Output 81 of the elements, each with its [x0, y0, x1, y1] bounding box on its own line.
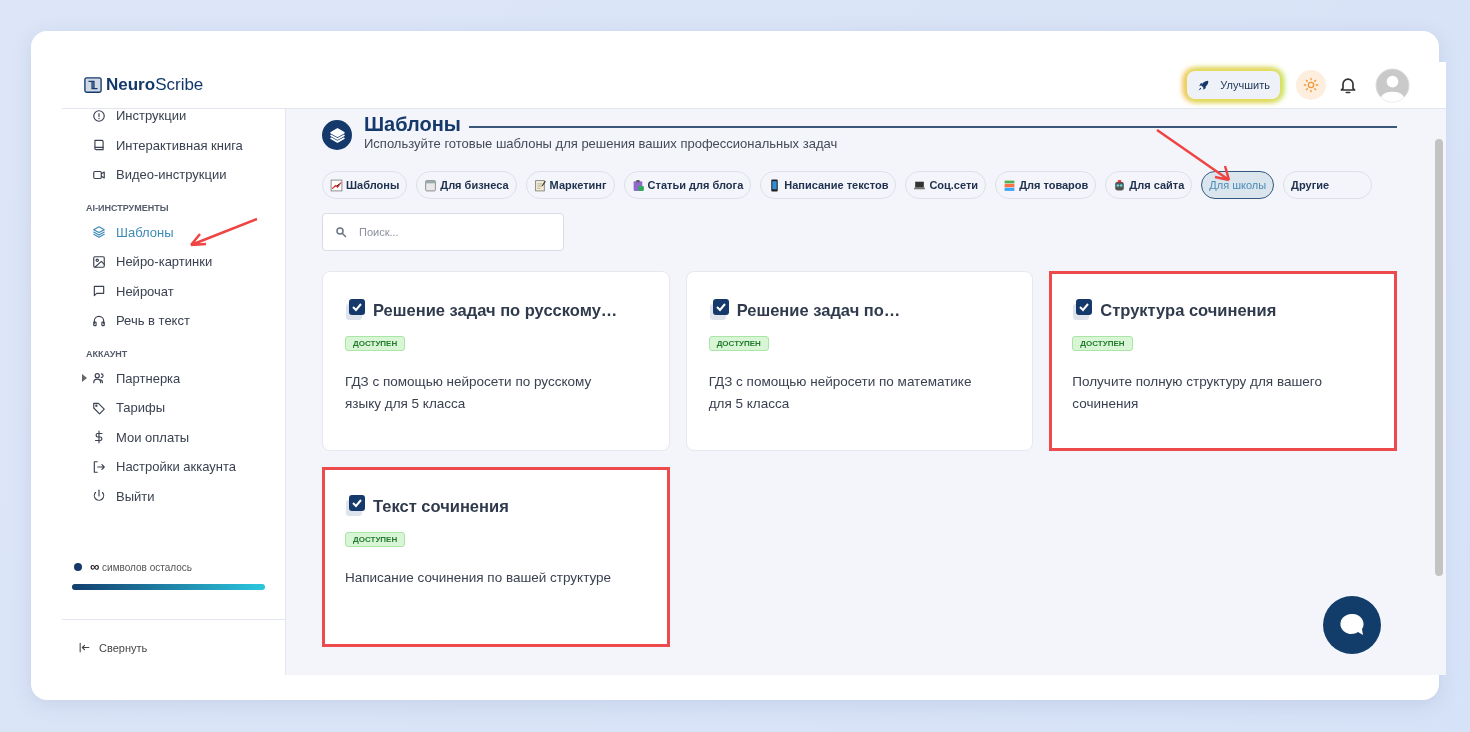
card-title: Решение задач по…: [736, 300, 901, 320]
chart-icon: [330, 178, 343, 192]
users-icon: [92, 371, 106, 386]
category-chip[interactable]: Написание текстов: [760, 171, 897, 199]
layers-icon: [328, 126, 346, 144]
status-badge: ДОСТУПЕН: [345, 532, 406, 547]
category-chip[interactable]: Маркетинг: [525, 171, 615, 199]
tag-icon: [92, 400, 106, 415]
book-icon: [92, 138, 106, 153]
category-chip[interactable]: Другие: [1283, 171, 1372, 199]
category-chip[interactable]: Соц.сети: [905, 171, 987, 199]
avatar[interactable]: [1375, 67, 1410, 103]
sun-icon: [1303, 77, 1319, 93]
logo-text: NeuroScribe: [106, 75, 204, 95]
theme-toggle[interactable]: [1296, 70, 1326, 100]
sidebar-item[interactable]: Настройки аккаунта: [62, 452, 285, 482]
category-chip[interactable]: Для товаров: [995, 171, 1097, 199]
category-chip[interactable]: Шаблоны: [322, 171, 408, 199]
info-icon: [92, 109, 106, 123]
search-icon: [335, 226, 347, 238]
card-description: Получите полную структуру для вашего сочинения: [1072, 373, 1323, 413]
card-description: ГДЗ с помощью нейросети по математике для 5 класса: [708, 373, 973, 413]
calendar-icon: [424, 178, 438, 192]
sidebar-item[interactable]: Шаблоны: [62, 217, 285, 247]
page-title: Шаблоны: [364, 113, 461, 136]
checkbox-icon: [708, 298, 731, 322]
template-card[interactable]: Решение задач по… ДОСТУПЕН ГДЗ с помощью нейросети по математике для 5 класса: [685, 271, 1034, 451]
layers-icon: [92, 225, 106, 240]
sidebar-item[interactable]: Видео-инструкции: [62, 160, 285, 190]
template-card[interactable]: Текст сочинения ДОСТУПЕН Написание сочинения по вашей структуре: [322, 467, 670, 647]
image-icon: [92, 254, 106, 269]
card-title: Структура сочинения: [1100, 300, 1277, 320]
card-title: Текст сочинения: [373, 496, 509, 516]
rocket-icon: [1197, 78, 1211, 92]
page-subtitle: Используйте готовые шаблоны для решения ваших профессиональных задач: [364, 136, 839, 151]
template-card[interactable]: Решение задач по русскому… ДОСТУПЕН ГДЗ с помощью нейросети по русскому языку для 5 класса: [322, 271, 670, 451]
search-field[interactable]: Поиск...: [322, 213, 564, 251]
sidebar-item[interactable]: Выйти: [62, 481, 285, 511]
status-badge: ДОСТУПЕН: [1072, 336, 1133, 351]
sidebar-item[interactable]: Интерактивная книга: [62, 130, 285, 160]
category-chip[interactable]: Статьи для блога: [623, 171, 752, 199]
sidebar-item[interactable]: Тарифы: [62, 393, 285, 423]
card-description: Написание сочинения по вашей структуре: [345, 569, 613, 587]
section-label: АККАУНТ: [85, 347, 129, 361]
books-icon: [1003, 178, 1017, 192]
power-icon: [92, 489, 106, 504]
chat-icon: [92, 284, 106, 299]
sidebar-item[interactable]: Инструкции: [62, 109, 285, 131]
sidebar-item[interactable]: Партнерка: [62, 363, 285, 393]
collapse-button[interactable]: Свернуть: [78, 641, 148, 654]
caret-icon: [82, 374, 88, 383]
headphones-icon: [92, 313, 106, 328]
checkbox-icon: [1072, 298, 1095, 322]
category-chip[interactable]: Для бизнеса: [416, 171, 517, 199]
bell-icon: [1338, 75, 1358, 95]
template-card[interactable]: Структура сочинения ДОСТУПЕН Получите полную структуру для вашего сочинения: [1049, 271, 1397, 451]
sidebar-item[interactable]: Речь в текст: [62, 306, 285, 336]
clipboard-icon: [631, 178, 645, 192]
card-description: ГДЗ с помощью нейросети по русскому языку для 5 класса: [345, 373, 593, 413]
sidebar-item[interactable]: Мои оплаты: [62, 422, 285, 452]
robot-icon: [1113, 178, 1127, 192]
usage-label: символов осталось: [102, 562, 192, 573]
category-chip[interactable]: Для сайта: [1105, 171, 1193, 199]
checkbox-icon: [345, 298, 367, 322]
scrollbar[interactable]: [1431, 109, 1446, 675]
usage-amount: ∞: [90, 559, 100, 574]
collapse-icon: [78, 641, 91, 654]
checkbox-icon: [345, 494, 367, 518]
notepad-icon: [533, 178, 547, 192]
dollar-icon: [92, 430, 106, 445]
status-badge: ДОСТУПЕН: [708, 336, 769, 351]
notifications-button[interactable]: [1338, 75, 1358, 95]
status-badge: ДОСТУПЕН: [345, 336, 406, 351]
sidebar-item[interactable]: Нейро-картинки: [62, 247, 285, 277]
logo-icon: [84, 76, 102, 94]
sidebar-item[interactable]: Нейрочат: [62, 276, 285, 306]
card-title: Решение задач по русскому…: [373, 300, 618, 320]
status-dot: [74, 562, 82, 571]
upgrade-button[interactable]: Улучшить: [1187, 71, 1280, 99]
exit-arrow-icon: [92, 459, 106, 474]
section-label: AI-ИНСТРУМЕНТЫ: [85, 201, 170, 215]
